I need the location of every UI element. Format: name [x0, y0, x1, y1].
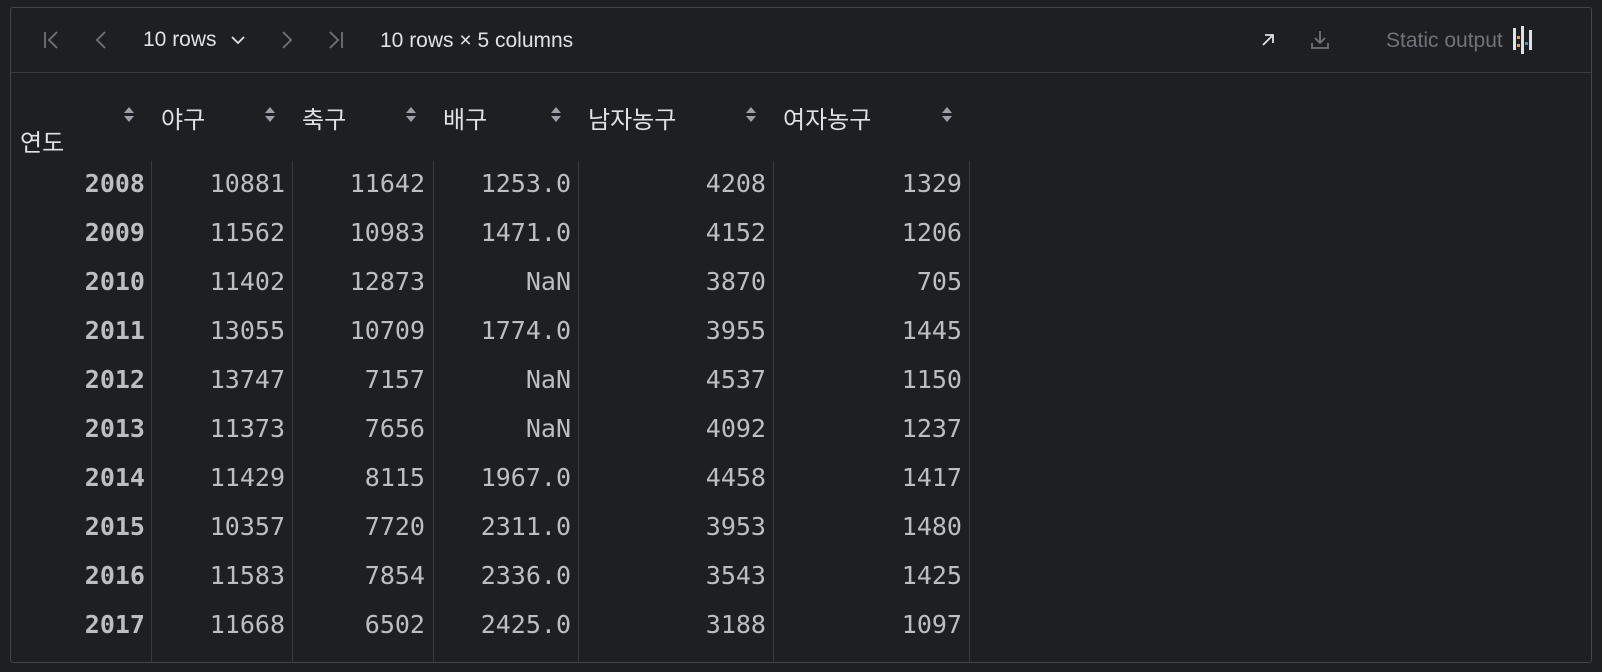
toolbar: 10 rows 10 rows × 5 columns Static outpu…	[11, 8, 1591, 73]
table-cell: 4537	[705, 365, 766, 394]
download-icon[interactable]	[1308, 28, 1332, 52]
table-cell: 2336.0	[480, 561, 571, 590]
sort-icon[interactable]	[123, 105, 135, 125]
table-cell: 4458	[705, 463, 766, 492]
table-cell: NaN	[525, 365, 571, 394]
table-cell: 13747	[209, 365, 285, 394]
table-cell: 1417	[901, 463, 962, 492]
table-row: 2016 11583 7854 2336.0 3543 1425	[11, 551, 981, 600]
table-cell: 10983	[349, 218, 425, 247]
table-cell: 12873	[349, 267, 425, 296]
table-row: 2012 13747 7157 NaN 4537 1150	[11, 355, 981, 404]
dataframe-viewer: 10 rows 10 rows × 5 columns Static outpu…	[10, 7, 1592, 663]
table-cell: 10881	[209, 169, 285, 198]
row-index: 2014	[84, 463, 145, 492]
table-cell: 3955	[705, 316, 766, 345]
sort-icon[interactable]	[264, 105, 276, 125]
column-header-2[interactable]: 축구	[302, 100, 346, 135]
column-header-4[interactable]: 남자농구	[588, 100, 676, 135]
table-cell: 6502	[364, 610, 425, 639]
table-cell: 4208	[705, 169, 766, 198]
rows-per-page-select[interactable]: 10 rows	[143, 22, 247, 58]
table-cell: 1967.0	[480, 463, 571, 492]
table-cell: 3870	[705, 267, 766, 296]
table-cell: 7720	[364, 512, 425, 541]
table-cell: 13055	[209, 316, 285, 345]
table-cell: 11402	[209, 267, 285, 296]
table-cell: 1425	[901, 561, 962, 590]
table-row: 2010 11402 12873 NaN 3870 705	[11, 257, 981, 306]
sort-icon[interactable]	[405, 105, 417, 125]
row-index: 2012	[84, 365, 145, 394]
column-header-1[interactable]: 야구	[161, 100, 205, 135]
table-row: 2017 11668 6502 2425.0 3188 1097	[11, 600, 981, 649]
index-header: 연도	[20, 129, 65, 157]
row-index: 2009	[84, 218, 145, 247]
table-cell: 1237	[901, 414, 962, 443]
table-cell: 7157	[364, 365, 425, 394]
next-page-icon[interactable]	[274, 28, 298, 52]
chevron-down-icon	[230, 36, 245, 45]
table-row: 2009 11562 10983 1471.0 4152 1206	[11, 208, 981, 257]
last-page-icon[interactable]	[324, 28, 348, 52]
column-header-3[interactable]: 배구	[443, 100, 487, 135]
table-cell: 1150	[901, 365, 962, 394]
table-cell: 7854	[364, 561, 425, 590]
table-cell: 10357	[209, 512, 285, 541]
table-cell: 2425.0	[480, 610, 571, 639]
row-index: 2013	[84, 414, 145, 443]
table-row: 2011 13055 10709 1774.0 3955 1445	[11, 306, 981, 355]
table-cell: 1206	[901, 218, 962, 247]
table-cell: NaN	[525, 414, 571, 443]
table-cell: 1329	[901, 169, 962, 198]
row-index: 2010	[84, 267, 145, 296]
column-header-5[interactable]: 여자농구	[783, 100, 871, 135]
table-cell: 11583	[209, 561, 285, 590]
table-cell: 705	[916, 267, 962, 296]
table-row: 2013 11373 7656 NaN 4092 1237	[11, 404, 981, 453]
table-cell: 8115	[364, 463, 425, 492]
data-table: 연도 야구 축구 배구 남자농구 여자농구 2008 10881 11642 1253…	[11, 73, 1591, 662]
table-cell: 2311.0	[480, 512, 571, 541]
table-cell: 3543	[705, 561, 766, 590]
table-dimensions: 10 rows × 5 columns	[380, 29, 574, 52]
row-index: 2017	[84, 610, 145, 639]
table-cell: 11642	[349, 169, 425, 198]
open-in-new-icon[interactable]	[1256, 28, 1280, 52]
table-cell: 4092	[705, 414, 766, 443]
sort-icon[interactable]	[941, 105, 953, 125]
table-cell: 1253.0	[480, 169, 571, 198]
table-cell: 1774.0	[480, 316, 571, 345]
table-cell: 1480	[901, 512, 962, 541]
table-cell: 1097	[901, 610, 962, 639]
row-index: 2015	[84, 512, 145, 541]
table-cell: 11668	[209, 610, 285, 639]
table-row: 2015 10357 7720 2311.0 3953 1480	[11, 502, 981, 551]
prev-page-icon[interactable]	[90, 28, 114, 52]
sort-icon[interactable]	[745, 105, 757, 125]
table-cell: 3953	[705, 512, 766, 541]
column-chart-icon[interactable]	[1509, 24, 1537, 56]
table-cell: NaN	[525, 267, 571, 296]
rows-per-page-label: 10 rows	[143, 28, 217, 51]
sort-icon[interactable]	[550, 105, 562, 125]
row-index: 2008	[84, 169, 145, 198]
table-cell: 11562	[209, 218, 285, 247]
table-row: 2014 11429 8115 1967.0 4458 1417	[11, 453, 981, 502]
table-cell: 11429	[209, 463, 285, 492]
table-cell: 1445	[901, 316, 962, 345]
row-index: 2016	[84, 561, 145, 590]
table-cell: 1471.0	[480, 218, 571, 247]
static-output-label: Static output	[1386, 29, 1503, 52]
first-page-icon[interactable]	[39, 28, 63, 52]
table-cell: 11373	[209, 414, 285, 443]
table-cell: 4152	[705, 218, 766, 247]
row-index: 2011	[84, 316, 145, 345]
table-cell: 3188	[705, 610, 766, 639]
table-row: 2008 10881 11642 1253.0 4208 1329	[11, 159, 981, 208]
table-cell: 7656	[364, 414, 425, 443]
table-cell: 10709	[349, 316, 425, 345]
